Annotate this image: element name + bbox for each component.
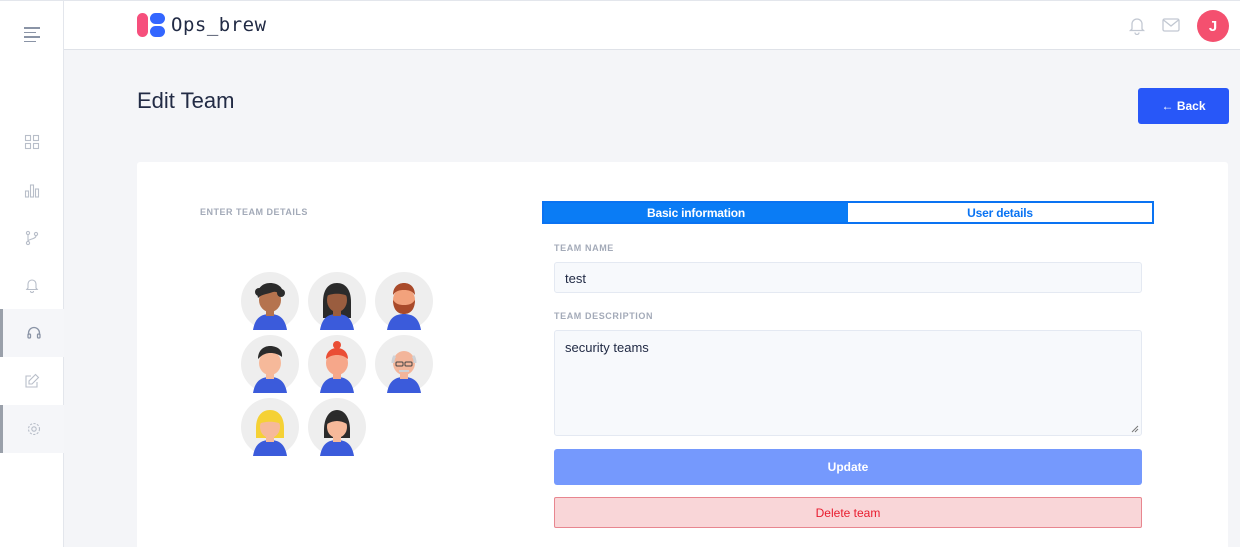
sidebar-item-workflows[interactable] xyxy=(0,214,64,262)
team-description-text: security teams xyxy=(565,340,649,355)
tab-user-details[interactable]: User details xyxy=(848,203,1152,222)
form-tabs: Basic information User details xyxy=(542,201,1154,224)
app-logo[interactable]: Ops_brew xyxy=(137,13,267,37)
settings-icon xyxy=(27,422,40,436)
section-label: ENTER TEAM DETAILS xyxy=(200,207,308,217)
logo-icon xyxy=(137,13,165,37)
sidebar-item-alerts[interactable] xyxy=(0,261,64,309)
user-avatar[interactable]: J xyxy=(1197,10,1229,42)
team-name-label: TEAM NAME xyxy=(554,243,614,253)
team-description-label: TEAM DESCRIPTION xyxy=(554,311,654,321)
headset-icon xyxy=(26,326,41,339)
avatar-illustration xyxy=(375,335,433,393)
sidebar-item-edit[interactable] xyxy=(0,357,64,405)
sidebar-item-dashboard[interactable] xyxy=(0,118,64,166)
back-button[interactable]: ← Back xyxy=(1138,88,1229,124)
edit-icon xyxy=(25,373,40,388)
sidebar xyxy=(0,0,64,547)
team-avatars-illustration xyxy=(241,272,441,472)
avatar-illustration xyxy=(308,335,366,393)
avatar-illustration xyxy=(375,272,433,330)
delete-team-button[interactable]: Delete team xyxy=(554,497,1142,528)
avatar-illustration xyxy=(308,272,366,330)
menu-toggle-icon[interactable] xyxy=(24,27,40,42)
sidebar-item-support[interactable] xyxy=(0,309,64,357)
tab-basic-information[interactable]: Basic information xyxy=(544,203,848,222)
team-description-textarea[interactable]: security teams xyxy=(554,330,1142,436)
avatar-illustration xyxy=(241,398,299,456)
mail-icon[interactable] xyxy=(1161,15,1181,35)
avatar-illustration xyxy=(241,272,299,330)
avatar-illustration xyxy=(241,335,299,393)
app-name: Ops_brew xyxy=(171,14,267,36)
sidebar-item-analytics[interactable] xyxy=(0,166,64,214)
grid-icon xyxy=(24,134,40,150)
notifications-bell-icon[interactable] xyxy=(1127,15,1147,36)
edit-team-card: ENTER TEAM DETAILS Basic information Use… xyxy=(137,162,1228,547)
sidebar-item-settings[interactable] xyxy=(0,405,64,453)
avatar-illustration xyxy=(308,398,366,456)
team-name-input[interactable]: test xyxy=(554,262,1142,293)
update-button[interactable]: Update xyxy=(554,449,1142,485)
branch-icon xyxy=(25,230,39,246)
bar-chart-icon xyxy=(24,184,40,198)
resize-grip-icon[interactable] xyxy=(1131,425,1139,433)
bell-icon xyxy=(25,279,39,293)
page-title: Edit Team xyxy=(137,88,235,113)
top-bar: Ops_brew J xyxy=(64,0,1240,50)
